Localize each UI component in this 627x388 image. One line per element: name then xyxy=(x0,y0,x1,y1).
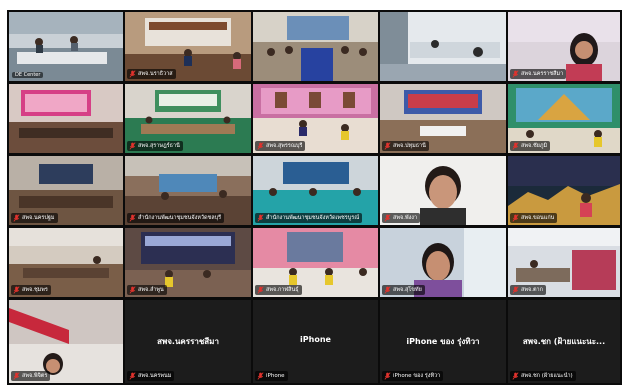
mic-muted-icon xyxy=(129,142,136,150)
mic-muted-icon xyxy=(512,70,519,78)
mic-muted-icon xyxy=(13,286,20,294)
video-feed-3 xyxy=(253,12,378,81)
participant-tile-13[interactable]: สำนักงานพัฒนาชุมชนจังหวัดเพชรบูรณ์ xyxy=(253,156,378,225)
mic-muted-icon xyxy=(129,70,136,78)
participant-name-tag: สำนักงานพัฒนาชุมชนจังหวัดเพชรบูรณ์ xyxy=(255,213,363,223)
mic-muted-icon xyxy=(13,214,20,222)
participant-tile-17[interactable]: สพจ.ลำพูน xyxy=(125,228,251,297)
mic-muted-icon xyxy=(129,214,136,222)
participant-name: สพจ.ปทุมธานี xyxy=(393,143,426,149)
participant-name: iPhone xyxy=(266,373,285,379)
participant-name-tag: สพจ.ลำพูน xyxy=(127,285,167,295)
participant-name: สพจ.ชก (ฝ้ายแนะนำ) xyxy=(521,373,573,379)
participant-name: สพจ.สุราษฎร์ธานี xyxy=(138,143,180,149)
participant-tile-21[interactable]: สพจ.พิจิตร xyxy=(9,300,123,383)
participant-display-name: สพจ.นครราชสีมา xyxy=(157,337,219,346)
participant-name: สพจ.พิจิตร xyxy=(22,373,48,379)
participant-tile-1[interactable]: DE Center xyxy=(9,12,123,81)
participant-name-tag: สพจ.นครราชสีมา xyxy=(510,69,567,79)
participant-name: สพจ.นครราชสีมา xyxy=(521,71,564,77)
participant-name-tag: สพจ.กาฬสินธุ์ xyxy=(255,285,302,295)
mic-muted-icon xyxy=(384,286,391,294)
participant-name: สพจ.สุพรรณบุรี xyxy=(266,143,303,149)
participant-name: สพจ.กาฬสินธุ์ xyxy=(266,287,299,293)
participant-tile-9[interactable]: สพจ.ปทุมธานี xyxy=(380,84,506,153)
video-feed-6 xyxy=(9,84,123,153)
participant-tile-5[interactable]: สพจ.นครราชสีมา xyxy=(508,12,620,81)
participant-tile-19[interactable]: สพจ.สุโขทัย xyxy=(380,228,506,297)
participant-tile-16[interactable]: สพจ.ชุมพร xyxy=(9,228,123,297)
mic-muted-icon xyxy=(512,286,519,294)
participant-name-tag: สพจ.ตาก xyxy=(510,285,546,295)
mic-muted-icon xyxy=(13,372,20,380)
participant-tile-8[interactable]: สพจ.สุพรรณบุรี xyxy=(253,84,378,153)
participant-corner-label: DE Center xyxy=(12,72,44,78)
participant-tile-18[interactable]: สพจ.กาฬสินธุ์ xyxy=(253,228,378,297)
participant-name-tag: สพจ.สุพรรณบุรี xyxy=(255,141,306,151)
participant-name: สำนักงานพัฒนาชุมชนจังหวัดเพชรบูรณ์ xyxy=(266,215,360,221)
mic-muted-icon xyxy=(384,142,391,150)
participant-name: สพจ.ชัยภูมิ xyxy=(521,143,548,149)
participant-tile-3[interactable] xyxy=(253,12,378,81)
participant-name: สพจ.สุโขทัย xyxy=(393,287,422,293)
participant-tile-2[interactable]: สพจ.นราธิวาส xyxy=(125,12,251,81)
participant-name-tag: สพจ.นราธิวาส xyxy=(127,69,176,79)
mic-muted-icon xyxy=(384,372,391,380)
participant-tile-10[interactable]: สพจ.ชัยภูมิ xyxy=(508,84,620,153)
participant-tile-24[interactable]: iPhone ของ รุ่งทิวา iPhone ของ รุ่งทิวา xyxy=(380,300,506,383)
mic-muted-icon xyxy=(129,372,136,380)
participant-display-name: iPhone ของ รุ่งทิวา xyxy=(406,337,480,346)
participant-name-tag: สพจ.ชุมพร xyxy=(11,285,51,295)
mic-muted-icon xyxy=(384,214,391,222)
participant-name-tag: iPhone ของ รุ่งทิวา xyxy=(382,371,444,381)
mic-muted-icon xyxy=(257,372,264,380)
participant-tile-7[interactable]: สพจ.สุราษฎร์ธานี xyxy=(125,84,251,153)
participant-name-tag: iPhone xyxy=(255,371,288,381)
participant-name-tag: สพจ.ขอนแก่น xyxy=(510,213,558,223)
participant-name: สพจ.นครปฐม xyxy=(22,215,55,221)
mic-muted-icon xyxy=(257,214,264,222)
participant-name-tag: สพจ.พังงา xyxy=(382,213,421,223)
mic-muted-icon xyxy=(257,286,264,294)
mic-muted-icon xyxy=(257,142,264,150)
video-feed-1 xyxy=(9,12,123,81)
participant-display-name: iPhone xyxy=(300,335,331,344)
participant-tile-4[interactable] xyxy=(380,12,506,81)
participant-name: iPhone ของ รุ่งทิวา xyxy=(393,373,441,379)
mic-muted-icon xyxy=(129,286,136,294)
participant-tile-23[interactable]: iPhone iPhone xyxy=(253,300,378,383)
participant-name: สพจ.ขอนแก่น xyxy=(521,215,555,221)
participant-name: สพจ.ชุมพร xyxy=(22,287,48,293)
participant-tile-25[interactable]: สพจ.ชก (ฝ้ายแนะนะ... สพจ.ชก (ฝ้ายแนะนำ) xyxy=(508,300,620,383)
participant-name-tag: สพจ.นครพนม xyxy=(127,371,175,381)
participant-name: สพจ.ตาก xyxy=(521,287,543,293)
participant-tile-20[interactable]: สพจ.ตาก xyxy=(508,228,620,297)
participant-tile-6[interactable] xyxy=(9,84,123,153)
participant-tile-11[interactable]: สพจ.นครปฐม xyxy=(9,156,123,225)
participant-name-tag: สพจ.ชัยภูมิ xyxy=(510,141,551,151)
participant-name: สพจ.พังงา xyxy=(393,215,418,221)
participant-name: สพจ.นราธิวาส xyxy=(138,71,173,77)
participant-tile-14[interactable]: สพจ.พังงา xyxy=(380,156,506,225)
participant-display-name: สพจ.ชก (ฝ้ายแนะนะ... xyxy=(522,337,606,346)
participant-name: สพจ.นครพนม xyxy=(138,373,172,379)
video-feed-4 xyxy=(380,12,506,81)
mic-muted-icon xyxy=(512,372,519,380)
participant-tile-22[interactable]: สพจ.นครราชสีมา สพจ.นครพนม xyxy=(125,300,251,383)
participant-tile-12[interactable]: สำนักงานพัฒนาชุมชนจังหวัดชลบุรี xyxy=(125,156,251,225)
participant-name: สพจ.ลำพูน xyxy=(138,287,164,293)
participant-name-tag: สพจ.พิจิตร xyxy=(11,371,51,381)
participant-name-tag: สพจ.ปทุมธานี xyxy=(382,141,429,151)
video-gallery-grid: DE Center สพจ.นราธิวาส สพจ.นครราชสีมา สพ… xyxy=(7,10,622,385)
mic-muted-icon xyxy=(512,214,519,222)
participant-name-tag: สพจ.สุโขทัย xyxy=(382,285,425,295)
participant-tile-15[interactable]: สพจ.ขอนแก่น xyxy=(508,156,620,225)
participant-name: สำนักงานพัฒนาชุมชนจังหวัดชลบุรี xyxy=(138,215,222,221)
participant-name-tag: สพจ.สุราษฎร์ธานี xyxy=(127,141,183,151)
participant-name-tag: สพจ.ชก (ฝ้ายแนะนำ) xyxy=(510,371,576,381)
participant-name-tag: สพจ.นครปฐม xyxy=(11,213,58,223)
mic-muted-icon xyxy=(512,142,519,150)
participant-name-tag: สำนักงานพัฒนาชุมชนจังหวัดชลบุรี xyxy=(127,213,225,223)
